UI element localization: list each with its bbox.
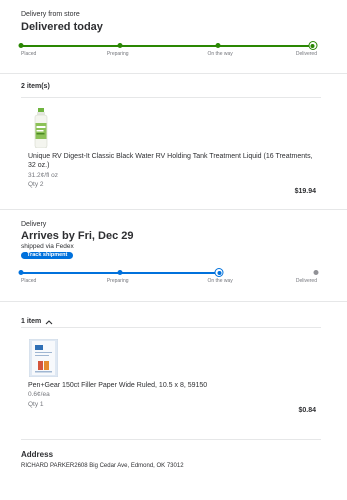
- step-label-on-the-way: On the way: [207, 278, 233, 284]
- item-price: $0.84: [298, 407, 316, 414]
- step-label-delivered: Delivered: [295, 278, 317, 284]
- step-label-placed: Placed: [21, 278, 37, 284]
- progress-tracker: Placed Preparing On the way Delivered: [18, 41, 318, 57]
- step-dot-on-the-way: [215, 43, 221, 48]
- current-step-inner-dot: [310, 43, 315, 48]
- shipped-via: shipped via Fedex: [21, 243, 74, 250]
- progress-fill: [21, 45, 317, 47]
- step-label-preparing: Preparing: [106, 278, 129, 284]
- quantity: Qty 2: [28, 181, 44, 188]
- quantity: Qty 1: [28, 401, 44, 408]
- step-label-delivered: Delivered: [295, 51, 317, 57]
- product-image-bottle[interactable]: [32, 108, 50, 149]
- order-status-title: Delivered today: [21, 21, 103, 33]
- step-dot-delivered-current: [308, 41, 318, 50]
- section-divider: [21, 439, 321, 440]
- step-dot-placed: [18, 43, 24, 48]
- delivery-type-label: Delivery: [21, 221, 47, 228]
- section-divider: [0, 73, 347, 74]
- section-divider: [21, 327, 321, 328]
- product-name[interactable]: Pen+Gear 150ct Filler Paper Wide Ruled, …: [28, 381, 313, 390]
- section-divider: [0, 209, 347, 210]
- section-divider: [0, 301, 347, 302]
- address-heading: Address: [21, 450, 54, 459]
- step-label-on-the-way: On the way: [207, 51, 233, 57]
- product-image-paper-pack[interactable]: [28, 338, 59, 378]
- items-count: 1 item: [21, 317, 42, 325]
- address-text: RICHARD PARKER2608 Big Cedar Ave, Edmond…: [21, 463, 184, 469]
- product-name[interactable]: Unique RV Digest-It Classic Black Water …: [28, 152, 313, 170]
- step-dot-preparing: [117, 43, 123, 48]
- item-price: $19.94: [294, 188, 316, 195]
- step-dot-placed: [18, 270, 24, 275]
- unit-price: 0.6¢/ea: [28, 391, 50, 398]
- step-dot-delivered: [313, 270, 319, 275]
- progress-tracker: Placed Preparing On the way Delivered: [18, 268, 319, 284]
- step-label-placed: Placed: [21, 51, 37, 57]
- unit-price: 31.2¢/fl oz: [28, 172, 58, 179]
- step-dot-on-the-way-current: [214, 268, 224, 277]
- section-divider: [21, 97, 321, 98]
- items-count: 2 item(s): [21, 83, 50, 90]
- step-dot-preparing: [117, 270, 123, 275]
- order-status-title: Arrives by Fri, Dec 29: [21, 230, 134, 242]
- current-step-inner-dot: [217, 270, 222, 275]
- delivery-type-label: Delivery from store: [21, 11, 80, 18]
- track-shipment-button[interactable]: Track shipment: [21, 252, 74, 259]
- step-label-preparing: Preparing: [106, 51, 129, 57]
